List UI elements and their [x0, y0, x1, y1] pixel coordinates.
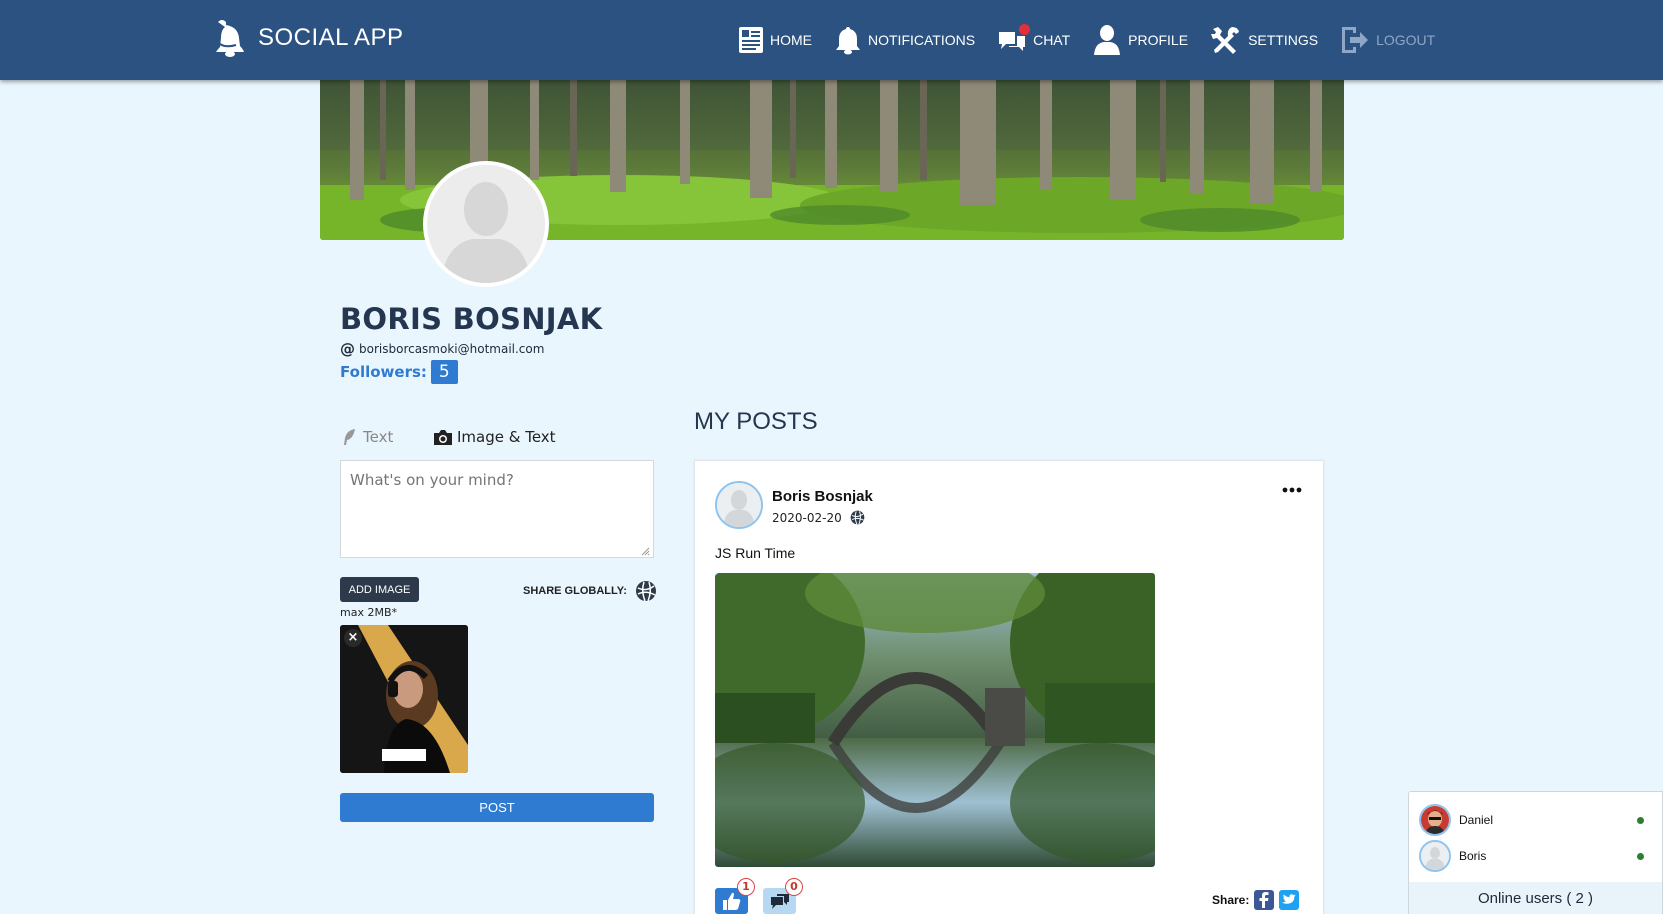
globe-icon: [850, 510, 865, 525]
comment-count-badge: 0: [785, 878, 803, 896]
facebook-share-button[interactable]: [1254, 890, 1275, 910]
share-globally-label: SHARE GLOBALLY:: [523, 585, 627, 597]
chat-unread-dot: [1019, 24, 1031, 35]
twitter-icon: [1282, 894, 1297, 904]
bridge-reflection-photo: [715, 573, 1155, 867]
online-status-dot: [1637, 852, 1644, 860]
user-icon: [1094, 25, 1121, 55]
tab-text[interactable]: Text: [341, 428, 393, 446]
share-globally-toggle[interactable]: SHARE GLOBALLY:: [523, 580, 657, 602]
online-users-panel: Daniel Boris Online users ( 2 ): [1408, 791, 1663, 914]
more-options-icon[interactable]: [1281, 482, 1303, 498]
profile-name: BORIS BOSNJAK: [340, 302, 603, 336]
logout-icon: [1342, 27, 1369, 53]
online-user-daniel[interactable]: Daniel: [1419, 804, 1644, 836]
profile-email: borisborcasmoki@hotmail.com: [359, 342, 545, 356]
nav-notifications-label: NOTIFICATIONS: [868, 32, 976, 48]
nav-settings-label: SETTINGS: [1248, 32, 1319, 48]
post-date: 2020-02-20: [772, 510, 842, 525]
like-button[interactable]: 1: [715, 878, 755, 914]
online-user-name: Boris: [1459, 849, 1487, 863]
post-author-avatar[interactable]: [715, 481, 763, 529]
post-textarea[interactable]: [340, 460, 654, 558]
nav-profile-label: PROFILE: [1128, 32, 1189, 48]
tab-image-text[interactable]: Image & Text: [433, 428, 556, 446]
post-date-row: 2020-02-20: [772, 510, 865, 525]
at-icon: @: [340, 340, 355, 358]
nav-chat[interactable]: CHAT: [997, 24, 1071, 54]
posts-heading: MY POSTS: [694, 408, 818, 435]
camera-icon: [434, 429, 452, 445]
daniel-avatar-image: [1421, 806, 1449, 834]
comment-button[interactable]: 0: [763, 878, 803, 914]
top-navbar: SOCIAL APP HOME NOTIFICATIONS CHAT PROFI…: [0, 0, 1663, 80]
tab-text-label: Text: [363, 428, 394, 446]
bell-icon: [836, 27, 860, 55]
share-row: Share:: [1212, 890, 1300, 910]
followers[interactable]: Followers: 5: [340, 360, 458, 384]
default-avatar-silhouette-icon: [717, 483, 761, 527]
online-users-toggle[interactable]: Online users ( 2 ): [1409, 882, 1662, 914]
nav-settings[interactable]: SETTINGS: [1210, 25, 1318, 55]
post-author[interactable]: Boris Bosnjak: [772, 488, 873, 505]
nav-logout-label: LOGOUT: [1376, 32, 1436, 48]
like-count-badge: 1: [737, 878, 755, 896]
twitter-share-button[interactable]: [1279, 890, 1300, 910]
avatar: [1419, 804, 1451, 836]
nav-home[interactable]: HOME: [738, 26, 812, 54]
nav-notifications[interactable]: NOTIFICATIONS: [834, 25, 975, 55]
bell-logo-icon: [216, 20, 244, 57]
followers-label: Followers:: [340, 363, 427, 381]
followers-count: 5: [430, 360, 458, 384]
online-user-boris[interactable]: Boris: [1419, 840, 1644, 872]
max-size-note: max 2MB*: [340, 606, 397, 619]
brand[interactable]: SOCIAL APP: [212, 18, 404, 58]
profile-email-row: @ borisborcasmoki@hotmail.com: [340, 340, 544, 358]
add-image-button[interactable]: ADD IMAGE: [340, 577, 419, 602]
nav-logout[interactable]: LOGOUT: [1340, 25, 1435, 55]
main-nav: HOME NOTIFICATIONS CHAT PROFILE SETTINGS…: [738, 0, 1457, 80]
default-avatar-silhouette-icon: [1421, 842, 1449, 870]
tools-icon: [1211, 27, 1240, 54]
share-label: Share:: [1212, 893, 1250, 907]
nav-profile[interactable]: PROFILE: [1092, 24, 1188, 56]
newspaper-icon: [739, 27, 763, 53]
default-avatar-silhouette-icon: [427, 165, 545, 283]
globe-icon[interactable]: [635, 580, 657, 602]
post-image[interactable]: [715, 573, 1155, 867]
brand-name: SOCIAL APP: [258, 24, 404, 51]
feather-icon: [344, 429, 355, 445]
resize-grip-icon[interactable]: [640, 546, 650, 556]
nav-home-label: HOME: [770, 32, 812, 48]
post-text: JS Run Time: [715, 545, 796, 561]
online-status-dot: [1637, 816, 1644, 824]
image-preview: [340, 625, 468, 773]
post-button[interactable]: POST: [340, 793, 654, 822]
facebook-icon: [1259, 892, 1269, 908]
online-user-name: Daniel: [1459, 813, 1494, 827]
profile-avatar[interactable]: [423, 161, 549, 287]
tab-image-text-label: Image & Text: [457, 428, 556, 446]
preview-photo-woman-headphones: [340, 625, 468, 773]
nav-chat-label: CHAT: [1033, 32, 1071, 48]
avatar: [1419, 840, 1451, 872]
remove-image-button[interactable]: ×: [344, 629, 362, 647]
